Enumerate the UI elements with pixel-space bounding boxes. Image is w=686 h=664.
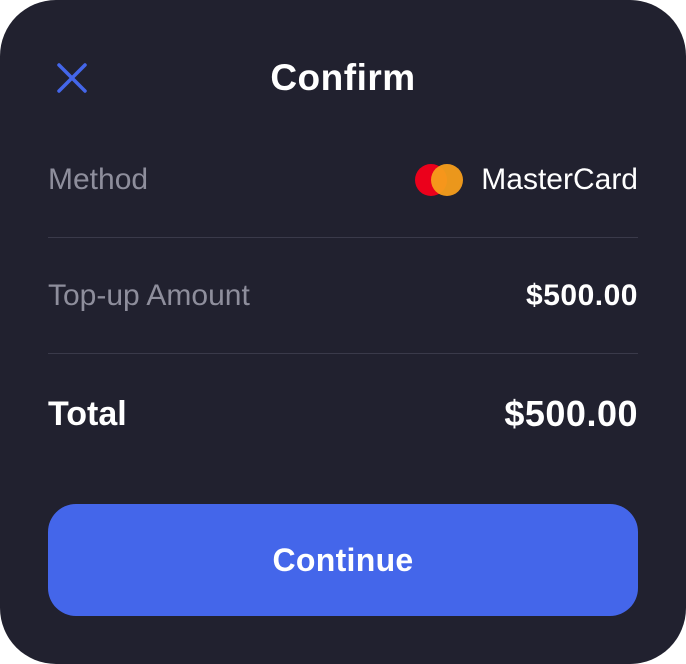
method-value-text: MasterCard — [481, 162, 638, 196]
amount-row: Top-up Amount $500.00 — [48, 238, 638, 354]
total-row: Total $500.00 — [48, 354, 638, 474]
dialog-header: Confirm — [0, 40, 686, 116]
method-label: Method — [48, 162, 149, 196]
confirm-dialog: Confirm Method MasterCard Top-up Amount … — [0, 0, 686, 664]
mastercard-logo-icon — [415, 163, 464, 196]
amount-value: $500.00 — [526, 278, 638, 312]
method-row: Method MasterCard — [48, 122, 638, 238]
total-value: $500.00 — [504, 393, 638, 434]
total-label: Total — [48, 394, 127, 433]
amount-label: Top-up Amount — [48, 278, 250, 312]
dialog-title: Confirm — [270, 57, 416, 98]
details-list: Method MasterCard Top-up Amount $500.00 … — [48, 122, 638, 474]
continue-button[interactable]: Continue — [48, 504, 638, 616]
method-value: MasterCard — [415, 163, 638, 197]
